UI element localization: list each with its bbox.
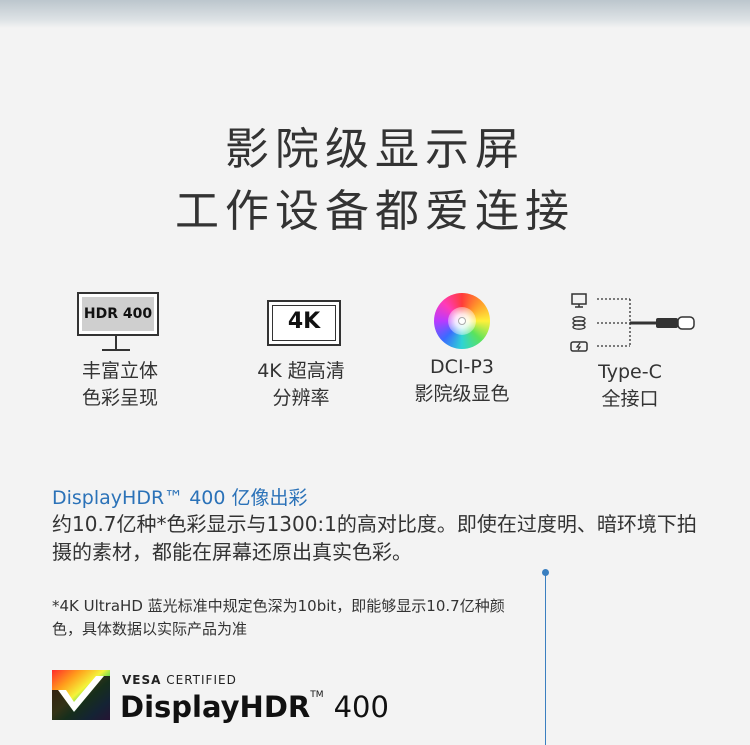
certified-text: CERTIFIED	[166, 673, 237, 687]
color-wheel-icon	[434, 293, 490, 349]
tm-mark: TM	[310, 690, 324, 700]
displayhdr-level: 400	[333, 690, 389, 724]
feature-4k: 4K 4K 超高清 分辨率	[221, 290, 381, 412]
feature-dci-p3-line1: DCI-P3	[430, 356, 494, 378]
feature-hdr: HDR 400 丰富立体 色彩呈现	[40, 290, 200, 412]
hdr-section-title: DisplayHDR™ 400 亿像出彩	[52, 487, 308, 509]
feature-type-c-line1: Type-C	[598, 361, 662, 383]
feature-hdr-line1: 丰富立体	[81, 360, 158, 382]
hdr-monitor-icon: HDR 400	[40, 290, 200, 358]
feature-4k-line1: 4K 超高清	[257, 360, 345, 382]
callout-line	[545, 575, 546, 745]
vesa-text: VESA	[122, 673, 162, 687]
hdr-section-body: 约10.7亿种*色彩显示与1300:1的高对比度。即使在过度明、暗环境下拍摄的素…	[52, 512, 697, 564]
vesa-displayhdr-logo-icon	[52, 670, 110, 720]
displayhdr-brand: DisplayHDR	[120, 690, 311, 724]
4k-icon: 4K	[221, 290, 381, 358]
displayhdr-400-label: DisplayHDRTM 400	[120, 690, 389, 724]
feature-dci-p3: DCI-P3 影院级显色	[382, 290, 542, 408]
hdr-section-footnote: *4K UltraHD 蓝光标准中规定色深为10bit，即能够显示10.7亿种颜…	[52, 597, 505, 638]
vesa-certified-label: VESA CERTIFIED	[122, 673, 237, 687]
headline-line-2: 工作设备都爱连接	[175, 186, 575, 237]
headline-line-1: 影院级显示屏	[225, 124, 525, 175]
feature-type-c: Type-C 全接口	[550, 290, 710, 413]
feature-type-c-line2: 全接口	[601, 388, 659, 410]
feature-hdr-line2: 色彩呈现	[81, 387, 158, 409]
feature-dci-p3-line2: 影院级显色	[414, 383, 510, 405]
hdr-icon-label: HDR 400	[82, 297, 154, 331]
top-gradient-band	[0, 0, 750, 28]
usb-c-connection-icon	[570, 293, 695, 352]
feature-4k-line2: 分辨率	[272, 387, 330, 409]
4k-icon-label: 4K	[272, 305, 336, 341]
